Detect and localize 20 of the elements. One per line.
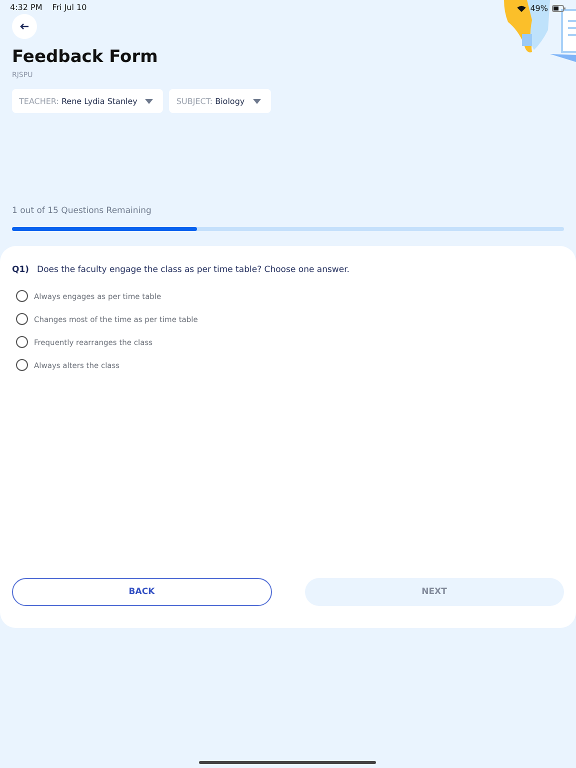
page-title: Feedback Form bbox=[12, 47, 158, 67]
status-time: 4:32 PM bbox=[10, 3, 42, 14]
battery-percent: 49% bbox=[530, 4, 548, 13]
question-text: Does the faculty engage the class as per time table? Choose one answer. bbox=[37, 265, 350, 275]
filter-dropdown[interactable]: SUBJECT: Biology bbox=[169, 89, 271, 113]
filter-dropdown[interactable]: TEACHER: Rene Lydia Stanley bbox=[12, 89, 164, 113]
back-button[interactable]: BACK bbox=[12, 578, 272, 606]
arrow-left-icon bbox=[20, 23, 29, 30]
progress-text: 1 out of 15 Questions Remaining bbox=[12, 206, 152, 216]
battery-icon bbox=[552, 5, 566, 12]
status-date: Fri Jul 10 bbox=[52, 3, 87, 14]
wifi-icon bbox=[517, 5, 526, 12]
radio-button[interactable] bbox=[16, 359, 28, 371]
question-number: Q1) bbox=[12, 265, 30, 275]
caret-icon bbox=[252, 98, 261, 104]
radio-button[interactable] bbox=[16, 336, 28, 348]
caret-icon bbox=[145, 98, 154, 104]
radio-button[interactable] bbox=[16, 313, 28, 325]
back-button[interactable] bbox=[12, 14, 37, 39]
radio-button[interactable] bbox=[16, 290, 28, 302]
